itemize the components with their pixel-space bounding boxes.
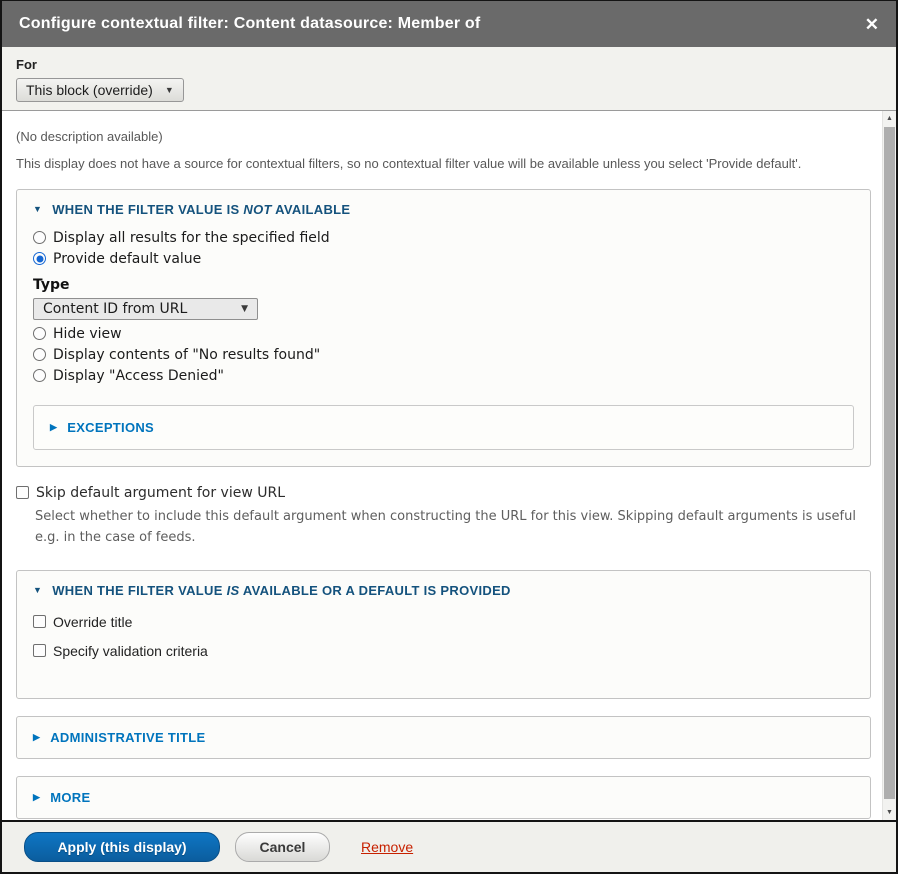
fieldset-more: ▶ MORE [16, 776, 871, 819]
no-description-text: (No description available) [16, 128, 871, 147]
available-options: Override title Specify validation criter… [33, 614, 854, 659]
content-scrollbar[interactable]: ▲ ▼ [882, 111, 896, 820]
override-title-label[interactable]: Override title [53, 614, 132, 630]
fieldset-administrative-title: ▶ ADMINISTRATIVE TITLE [16, 716, 871, 759]
skip-default-argument-label[interactable]: Skip default argument for view URL [36, 485, 285, 501]
fieldset-more-label: MORE [50, 790, 90, 805]
chevron-down-icon: ▼ [241, 304, 248, 314]
apply-button[interactable]: Apply (this display) [24, 832, 220, 862]
radio-provide-default[interactable] [33, 252, 46, 265]
chevron-down-icon: ▼ [165, 85, 174, 95]
fieldset-available-header[interactable]: ▼ WHEN THE FILTER VALUE IS AVAILABLE OR … [33, 583, 854, 598]
fieldset-filter-not-available: ▼ WHEN THE FILTER VALUE IS NOT AVAILABLE… [16, 189, 871, 467]
for-section: For This block (override) ▼ [2, 47, 896, 111]
radio-no-results[interactable] [33, 348, 46, 361]
radio-option-provide-default[interactable]: Provide default value [33, 251, 854, 267]
fieldset-exceptions-title: EXCEPTIONS [67, 420, 154, 435]
configure-contextual-filter-dialog: Configure contextual filter: Content dat… [0, 0, 898, 874]
fieldset-exceptions: ▶ EXCEPTIONS [33, 405, 854, 450]
display-note-text: This display does not have a source for … [16, 155, 871, 174]
fieldset-not-available-header[interactable]: ▼ WHEN THE FILTER VALUE IS NOT AVAILABLE [33, 202, 854, 217]
type-select-value: Content ID from URL [43, 301, 187, 317]
type-label: Type [33, 277, 854, 293]
fieldset-exceptions-header[interactable]: ▶ EXCEPTIONS [50, 420, 837, 435]
dialog-content: (No description available) This display … [2, 111, 896, 820]
radio-hide-view[interactable] [33, 327, 46, 340]
skip-default-argument-row[interactable]: Skip default argument for view URL [16, 485, 871, 501]
expand-icon: ▶ [33, 793, 40, 802]
specify-validation-row[interactable]: Specify validation criteria [33, 643, 854, 659]
remove-link[interactable]: Remove [361, 839, 413, 855]
collapse-icon: ▼ [33, 586, 42, 595]
override-title-checkbox[interactable] [33, 615, 46, 628]
radio-option-no-results[interactable]: Display contents of "No results found" [33, 347, 854, 363]
dialog-footer: Apply (this display) Cancel Remove [2, 820, 896, 872]
radio-label[interactable]: Hide view [53, 326, 122, 342]
dialog-titlebar: Configure contextual filter: Content dat… [2, 1, 896, 47]
radio-label[interactable]: Provide default value [53, 251, 201, 267]
for-label: For [16, 57, 882, 72]
default-type-select[interactable]: Content ID from URL ▼ [33, 298, 258, 320]
radio-label[interactable]: Display all results for the specified fi… [53, 230, 330, 246]
override-title-row[interactable]: Override title [33, 614, 854, 630]
radio-option-access-denied[interactable]: Display "Access Denied" [33, 368, 854, 384]
scroll-down-icon[interactable]: ▼ [883, 805, 896, 820]
fieldset-more-header[interactable]: ▶ MORE [33, 790, 854, 805]
skip-default-argument-checkbox[interactable] [16, 486, 29, 499]
specify-validation-label[interactable]: Specify validation criteria [53, 643, 208, 659]
radio-option-display-all[interactable]: Display all results for the specified fi… [33, 230, 854, 246]
fieldset-available-title: WHEN THE FILTER VALUE IS AVAILABLE OR A … [52, 583, 511, 598]
fieldset-filter-available: ▼ WHEN THE FILTER VALUE IS AVAILABLE OR … [16, 570, 871, 699]
radio-access-denied[interactable] [33, 369, 46, 382]
dialog-title: Configure contextual filter: Content dat… [19, 15, 480, 33]
radio-label[interactable]: Display "Access Denied" [53, 368, 224, 384]
scrollbar-thumb[interactable] [884, 127, 895, 799]
radio-label[interactable]: Display contents of "No results found" [53, 347, 320, 363]
fieldset-not-available-title: WHEN THE FILTER VALUE IS NOT AVAILABLE [52, 202, 350, 217]
radio-display-all[interactable] [33, 231, 46, 244]
for-select-value: This block (override) [26, 82, 153, 98]
specify-validation-checkbox[interactable] [33, 644, 46, 657]
expand-icon: ▶ [33, 733, 40, 742]
skip-default-argument-description: Select whether to include this default a… [35, 506, 863, 549]
default-action-options: Display all results for the specified fi… [33, 230, 854, 384]
scroll-up-icon[interactable]: ▲ [883, 111, 896, 126]
fieldset-administrative-title-header[interactable]: ▶ ADMINISTRATIVE TITLE [33, 730, 854, 745]
fieldset-administrative-title-label: ADMINISTRATIVE TITLE [50, 730, 205, 745]
cancel-button[interactable]: Cancel [235, 832, 330, 862]
for-display-select[interactable]: This block (override) ▼ [16, 78, 184, 102]
close-icon[interactable]: ✕ [865, 16, 879, 33]
expand-icon: ▶ [50, 423, 57, 432]
collapse-icon: ▼ [33, 205, 42, 214]
radio-option-hide-view[interactable]: Hide view [33, 326, 854, 342]
